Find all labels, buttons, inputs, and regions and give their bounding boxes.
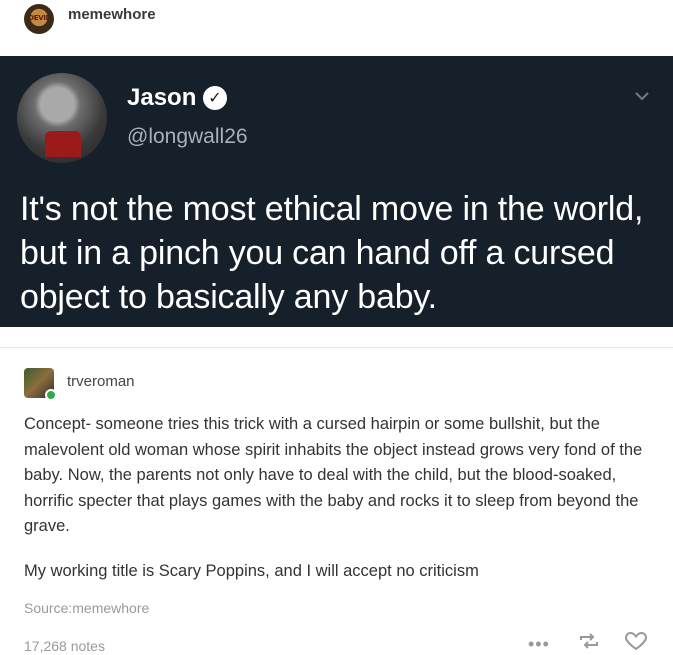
tweet-text: It's not the most ethical move in the wo… bbox=[20, 190, 644, 316]
verified-badge-icon: ✓ bbox=[203, 86, 227, 110]
source-link[interactable]: Source:memewhore bbox=[24, 600, 149, 616]
section-divider bbox=[0, 327, 673, 348]
poster-avatar-text: DEVIL bbox=[28, 14, 50, 22]
tweet-avatar bbox=[17, 73, 107, 163]
post-header: DEVIL memewhore bbox=[0, 0, 673, 56]
online-status-icon bbox=[45, 389, 57, 401]
chevron-down-icon bbox=[635, 92, 649, 101]
tweet-display-name: Jason bbox=[127, 84, 197, 111]
avatar-shirt bbox=[45, 131, 81, 157]
reblog-body-text: Concept- someone tries this trick with a… bbox=[24, 415, 643, 535]
notes-count[interactable]: 17,268 notes bbox=[24, 638, 105, 654]
reblog-icon[interactable] bbox=[578, 632, 600, 650]
tweet-screenshot: Jason ✓ @longwall26 It's not the most et… bbox=[0, 56, 673, 327]
reblog-avatar[interactable] bbox=[24, 368, 57, 401]
reblog-working-title: My working title is Scary Poppins, and I… bbox=[24, 562, 479, 580]
tweet-handle: @longwall26 bbox=[127, 125, 248, 148]
reblog-username[interactable]: trveroman bbox=[67, 373, 135, 390]
heart-icon[interactable] bbox=[624, 632, 648, 650]
poster-avatar[interactable]: DEVIL bbox=[24, 4, 54, 34]
poster-name[interactable]: memewhore bbox=[68, 6, 156, 23]
more-options-icon[interactable]: ••• bbox=[528, 634, 550, 655]
